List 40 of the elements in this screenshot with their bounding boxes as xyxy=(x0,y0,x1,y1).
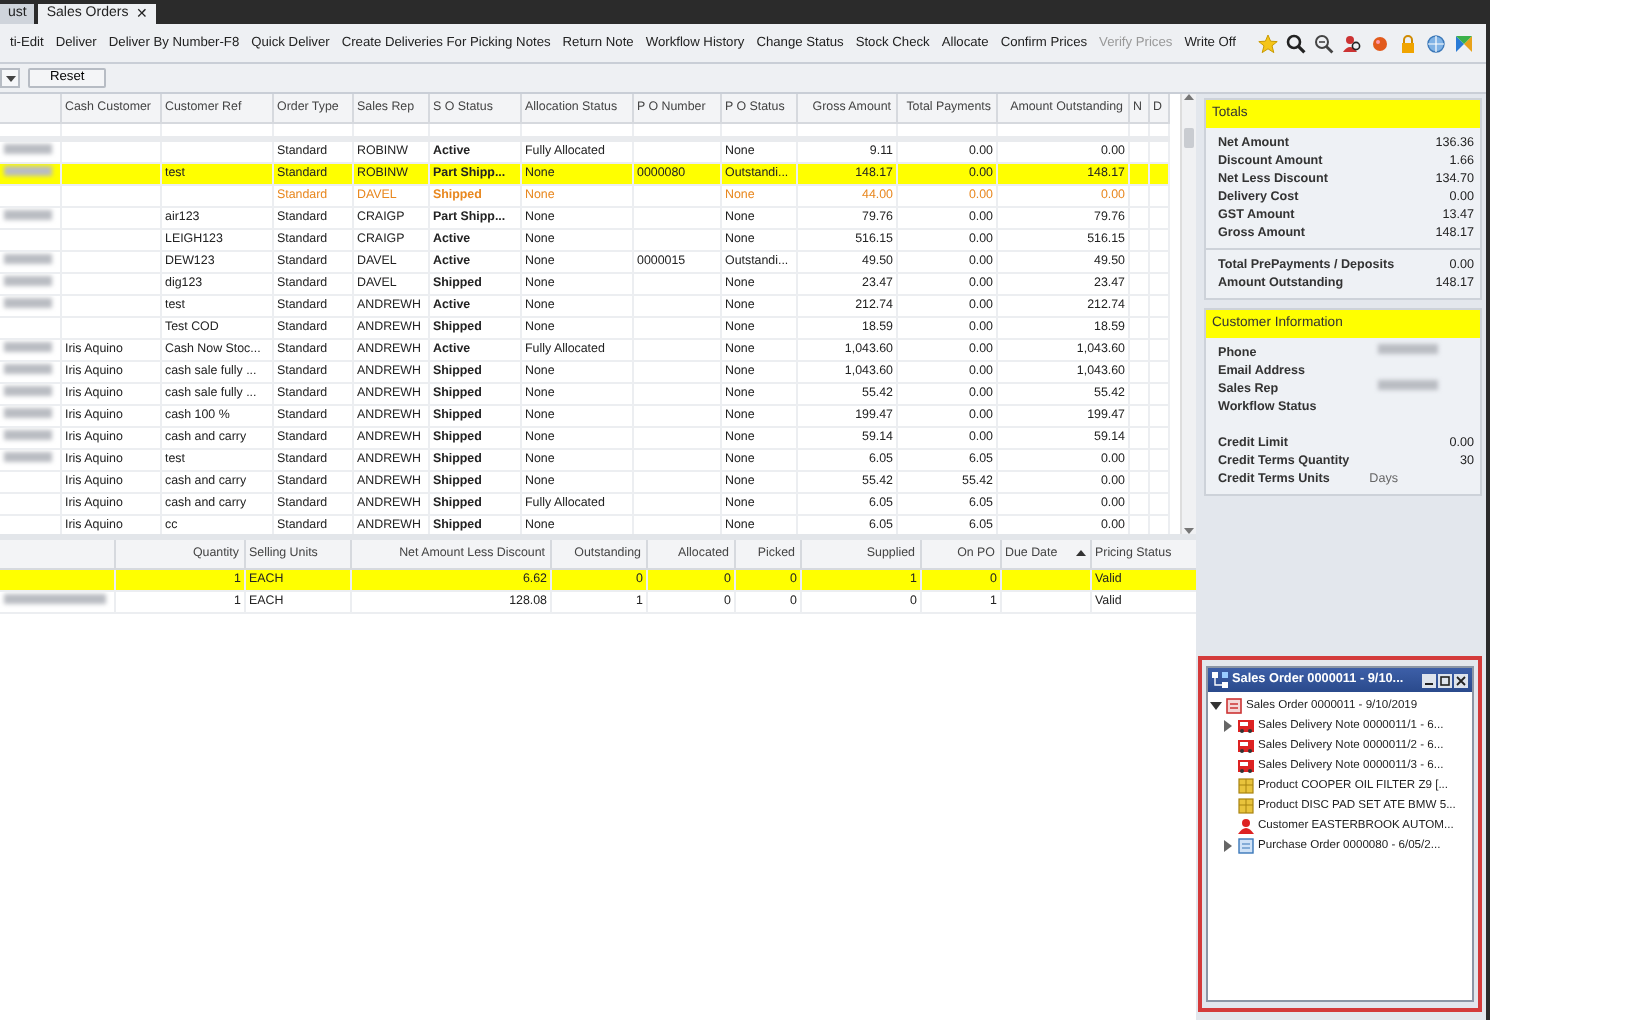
truck-icon xyxy=(1238,758,1254,774)
dropdown-button[interactable] xyxy=(0,68,20,88)
blurred-text xyxy=(1378,380,1438,391)
blurred-text xyxy=(4,166,52,177)
truck-icon xyxy=(1238,718,1254,734)
network-icon xyxy=(1212,672,1228,688)
scrollbar[interactable] xyxy=(1180,94,1196,534)
box-icon xyxy=(1238,798,1254,814)
globe-icon[interactable] xyxy=(1426,33,1446,53)
search-icon[interactable] xyxy=(1314,33,1334,53)
document-icon xyxy=(1238,838,1254,854)
blurred-text xyxy=(4,364,52,375)
document-icon xyxy=(1226,698,1242,714)
star-icon[interactable] xyxy=(1258,33,1278,53)
blurred-text xyxy=(4,430,52,441)
blurred-text xyxy=(4,254,52,265)
person-search-icon[interactable] xyxy=(1342,33,1362,53)
blurred-text xyxy=(4,276,52,287)
blurred-text xyxy=(4,342,52,353)
blurred-text xyxy=(4,452,52,463)
sort-ascending-icon xyxy=(1075,550,1085,556)
maximize-icon[interactable] xyxy=(1438,673,1452,687)
close-icon[interactable] xyxy=(1454,673,1468,687)
blurred-text xyxy=(4,210,52,221)
blurred-text xyxy=(1378,344,1438,355)
person-icon xyxy=(1238,818,1254,834)
blurred-text xyxy=(4,594,106,605)
box-icon xyxy=(1238,778,1254,794)
ball-icon[interactable] xyxy=(1370,33,1390,53)
blurred-text xyxy=(4,386,52,397)
scroll-down-icon xyxy=(1184,528,1194,534)
blurred-text xyxy=(4,144,52,155)
blurred-text xyxy=(4,408,52,419)
logo-icon[interactable] xyxy=(1454,33,1474,53)
caret-icon xyxy=(5,75,15,81)
truck-icon xyxy=(1238,738,1254,754)
scroll-thumb[interactable] xyxy=(1184,128,1194,148)
minimize-icon[interactable] xyxy=(1422,673,1436,687)
blurred-text xyxy=(4,298,52,309)
search-icon[interactable] xyxy=(1286,33,1306,53)
